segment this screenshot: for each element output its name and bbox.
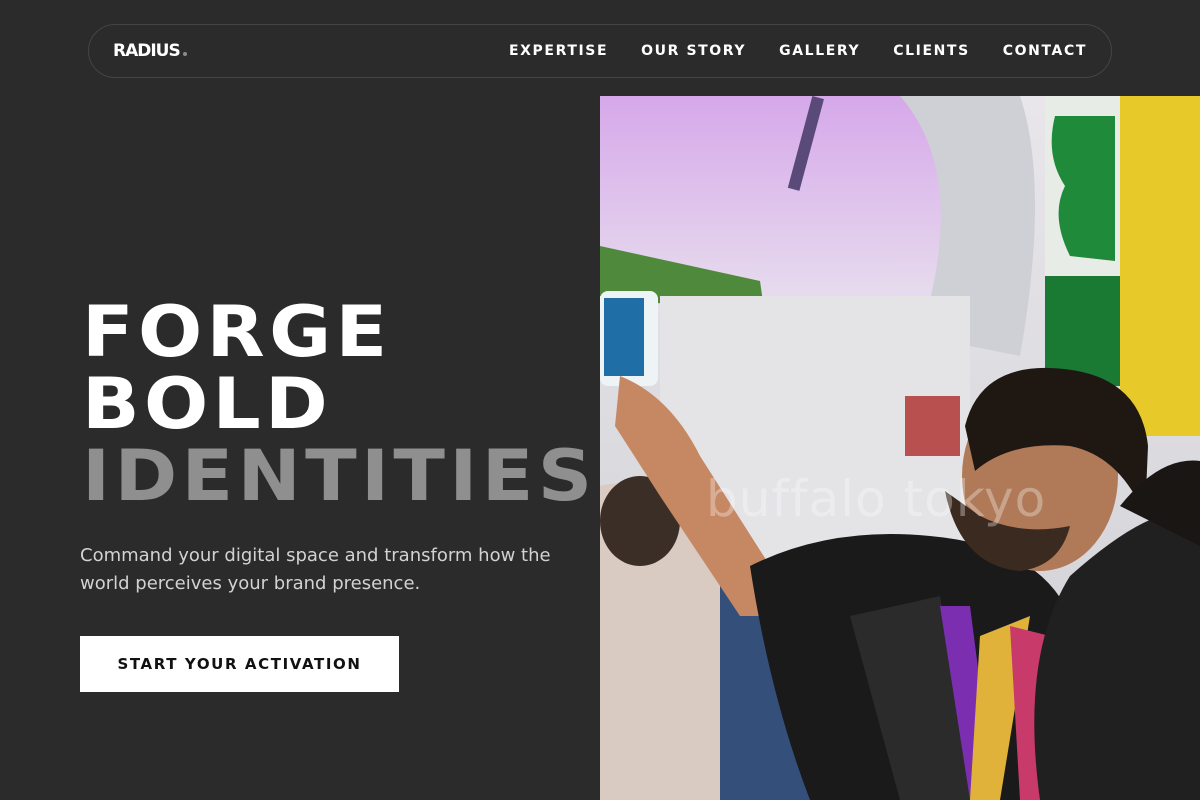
hero-subtitle: Command your digital space and transform… — [80, 545, 551, 594]
headline-line-3: IDENTITIES — [82, 435, 597, 517]
top-navigation: RADIUS EXPERTISE OUR STORY GALLERY CLIEN… — [88, 24, 1112, 78]
headline-line-2: BOLD — [82, 363, 333, 445]
nav-link-contact[interactable]: CONTACT — [1003, 43, 1087, 59]
brand-dot-icon — [182, 52, 187, 56]
nav-links: EXPERTISE OUR STORY GALLERY CLIENTS CONT… — [509, 25, 1087, 77]
headline-line-1: FORGE — [82, 291, 392, 373]
hero-photo — [600, 96, 1200, 800]
photo-watermark: buffalo tokyo — [706, 470, 1047, 528]
brand-name: RADIUS — [113, 41, 181, 61]
nav-link-our-story[interactable]: OUR STORY — [641, 43, 746, 59]
nav-link-expertise[interactable]: EXPERTISE — [509, 43, 608, 59]
hero-photo-illustration — [600, 96, 1200, 800]
hero-headline: FORGE BOLD IDENTITIES — [82, 296, 596, 512]
nav-link-gallery[interactable]: GALLERY — [779, 43, 860, 59]
start-activation-button[interactable]: START YOUR ACTIVATION — [80, 636, 399, 692]
brand-logo[interactable]: RADIUS — [113, 41, 187, 61]
nav-link-clients[interactable]: CLIENTS — [893, 43, 970, 59]
